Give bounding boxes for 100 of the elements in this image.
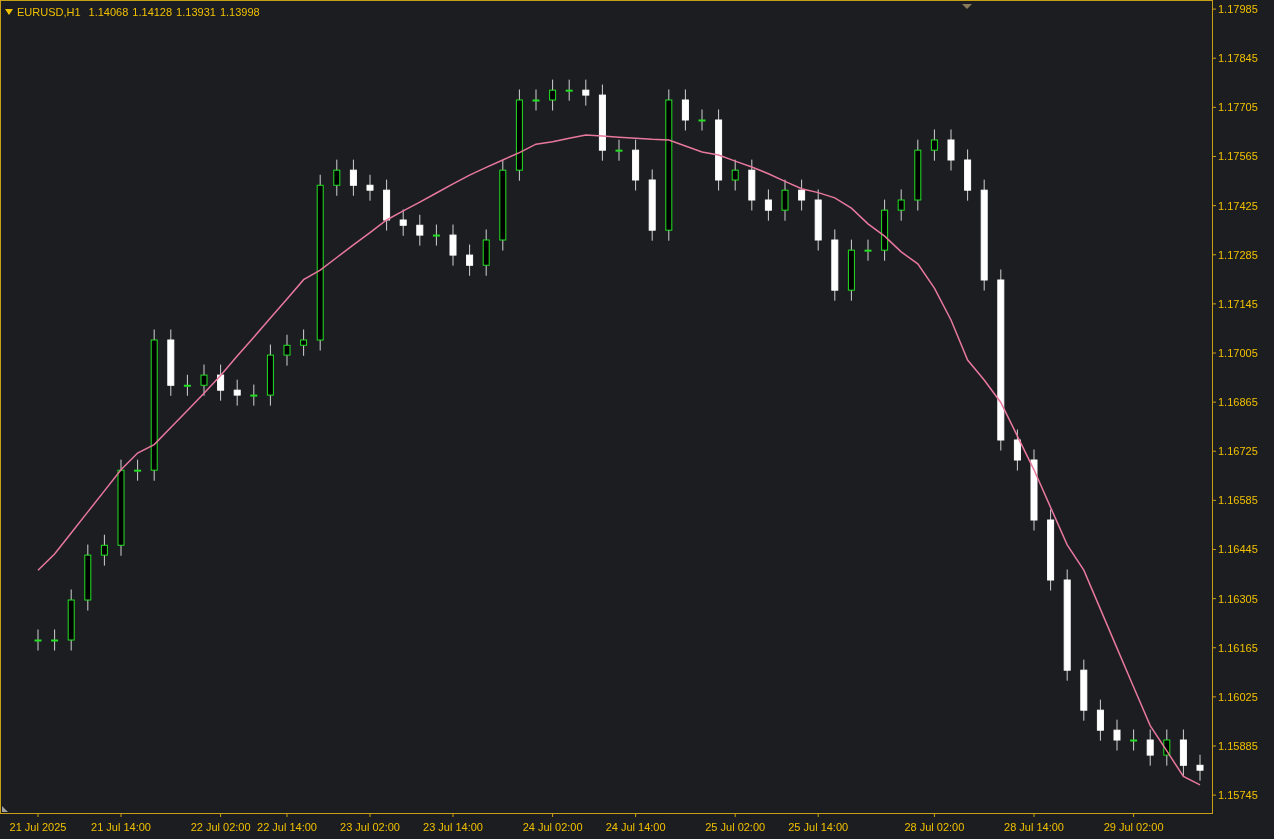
candle-body <box>881 209 889 251</box>
candle-wick <box>535 89 537 112</box>
candle-body <box>1013 439 1021 461</box>
candle-body <box>681 99 689 121</box>
time-axis-label: 25 Jul 14:00 <box>788 821 849 833</box>
candle-body <box>333 169 341 186</box>
candle-wick <box>1199 754 1201 782</box>
candle-body <box>897 199 905 211</box>
candle-body <box>499 169 507 241</box>
candle-wick <box>1149 729 1151 767</box>
candle-wick <box>1099 699 1101 742</box>
candle-body <box>349 169 357 186</box>
time-axis-label: 28 Jul 14:00 <box>1004 821 1064 833</box>
candle-wick <box>734 159 736 192</box>
candle-body <box>84 554 92 601</box>
price-axis-label: 1.16165 <box>1218 641 1258 654</box>
candle-wick <box>1016 429 1018 472</box>
candle-body <box>366 184 374 191</box>
candle-body <box>167 339 175 386</box>
candle-body <box>266 354 274 396</box>
time-axis-label: 24 Jul 14:00 <box>605 821 666 833</box>
candle-body <box>383 189 391 221</box>
candle-wick <box>419 214 421 247</box>
candle-wick <box>286 334 288 367</box>
price-axis-label: 1.16585 <box>1218 494 1258 507</box>
candle-wick <box>701 109 703 132</box>
candle-wick <box>585 79 587 107</box>
candle-wick <box>336 159 338 197</box>
candle-body <box>1130 739 1138 742</box>
candle-body <box>482 239 490 266</box>
price-value: 1.13998 <box>219 5 260 20</box>
candle-body <box>283 344 291 356</box>
candle-body <box>1113 729 1121 741</box>
candle-body <box>798 189 806 201</box>
candle-body <box>1096 709 1104 731</box>
time-axis-label: 22 Jul 02:00 <box>190 821 251 833</box>
price-axis-label: 1.16445 <box>1218 543 1258 556</box>
symbol-label: EURUSD,H1 <box>17 5 81 20</box>
candle-wick <box>568 79 570 102</box>
candle-body <box>1163 739 1171 756</box>
candle-body <box>864 249 872 252</box>
price-axis-label: 1.16025 <box>1218 690 1258 703</box>
candle-body <box>300 339 308 346</box>
candle-body <box>964 159 972 191</box>
candle-wick <box>236 379 238 407</box>
price-axis-label: 1.17565 <box>1218 150 1258 163</box>
candle-wick <box>552 79 554 112</box>
candle-body <box>947 139 955 161</box>
candle-wick <box>767 189 769 222</box>
candle-body <box>217 374 225 391</box>
triangle-marker-icon <box>2 806 8 812</box>
time-axis-label: 23 Jul 02:00 <box>340 821 400 833</box>
candle-body <box>466 254 474 266</box>
candle-wick <box>137 459 139 482</box>
candle-body <box>51 639 59 642</box>
candle-body <box>532 99 540 102</box>
candle-body <box>914 149 922 201</box>
candle-body <box>515 99 523 171</box>
candle-wick <box>452 224 454 267</box>
candle-wick <box>369 174 371 202</box>
candle-wick <box>54 629 56 652</box>
candle-wick <box>1116 719 1118 752</box>
candle-wick <box>103 534 105 567</box>
candle-body <box>399 219 407 226</box>
candle-body <box>1179 739 1187 766</box>
price-axis-label: 1.17145 <box>1218 297 1258 310</box>
price-axis-label: 1.17425 <box>1218 199 1258 212</box>
price-axis-label: 1.16865 <box>1218 396 1258 409</box>
candle-body <box>598 94 606 151</box>
price-value: 1.14068 <box>88 5 129 20</box>
time-axis-label: 25 Jul 02:00 <box>705 821 766 833</box>
candle-body <box>847 249 855 291</box>
price-axis-label: 1.15745 <box>1218 789 1258 802</box>
candle-body <box>582 89 590 96</box>
price-axis-label: 1.17845 <box>1218 52 1258 65</box>
candle-body <box>200 374 208 386</box>
candle-body <box>698 119 706 122</box>
candle-wick <box>352 159 354 197</box>
time-axis-label: 24 Jul 02:00 <box>522 821 583 833</box>
candle-wick <box>402 209 404 237</box>
candle-body <box>1146 739 1154 756</box>
candle-body <box>250 394 258 397</box>
candle-body <box>183 384 191 387</box>
candle-wick <box>203 364 205 397</box>
price-axis-label: 1.16305 <box>1218 592 1258 605</box>
candle-body <box>1080 669 1088 711</box>
candle-wick <box>933 129 935 162</box>
candle-body <box>233 389 241 396</box>
price-value: 1.14128 <box>132 5 173 20</box>
candle-body <box>1196 764 1204 771</box>
candle-wick <box>37 629 39 652</box>
candle-wick <box>253 384 255 407</box>
candle-body <box>715 119 723 181</box>
dropdown-triangle-icon[interactable] <box>5 9 13 16</box>
candle-body <box>781 189 789 211</box>
candle-wick <box>618 139 620 162</box>
candle-body <box>449 234 457 256</box>
candle-body <box>565 89 573 92</box>
time-axis-label: 21 Jul 2025 <box>9 821 67 833</box>
candle-body <box>615 149 623 152</box>
